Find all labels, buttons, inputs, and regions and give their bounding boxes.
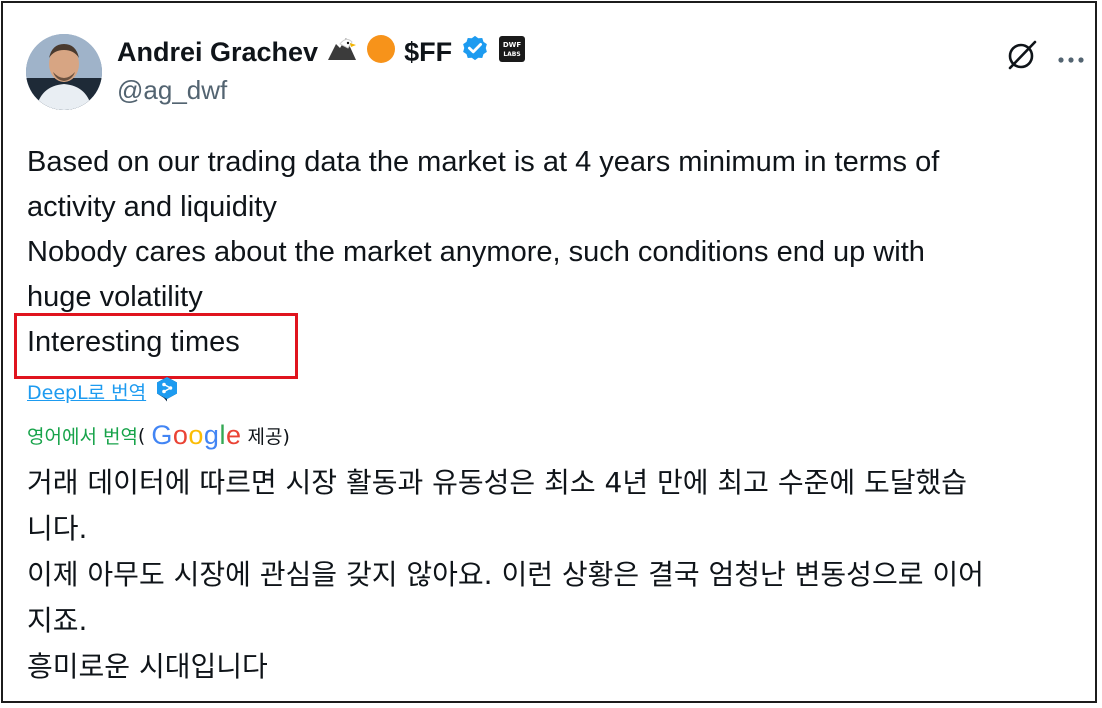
- ticker-label: $FF: [404, 37, 453, 67]
- google-translate-row: 영어에서 번역 ( Google 제공): [27, 420, 290, 451]
- google-logo-letter: e: [225, 420, 242, 450]
- translated-line-1: 거래 데이터에 따르면 시장 활동과 유동성은 최소 4년 만에 최고 수준에 …: [27, 466, 968, 499]
- google-logo-letter: G: [151, 420, 173, 450]
- deepl-icon[interactable]: [156, 376, 178, 407]
- display-name-row: Andrei Grachev $FF DWF LABS: [117, 34, 534, 71]
- eagle-icon: [326, 34, 358, 71]
- tweet-line-1: Based on our trading data the market is …: [27, 146, 940, 178]
- highlight-annotation-box: [14, 313, 298, 379]
- translated-text: 거래 데이터에 따르면 시장 활동과 유동성은 최소 4년 만에 최고 수준에 …: [27, 460, 1087, 690]
- dwf-logo-line-2: LABS: [503, 51, 520, 58]
- open-paren: (: [137, 424, 146, 447]
- translated-line-4: 지죠.: [27, 604, 88, 637]
- tweet-line-3: Nobody cares about the market anymore, s…: [27, 236, 925, 268]
- avatar[interactable]: [26, 34, 102, 110]
- tweet-line-2: activity and liquidity: [27, 191, 277, 223]
- deepl-translate-link[interactable]: DeepL로 번역: [27, 378, 146, 405]
- dwf-labs-logo[interactable]: DWF LABS: [498, 35, 526, 70]
- dwf-logo-line-1: DWF: [503, 41, 522, 49]
- translated-line-5: 흥미로운 시대입니다: [27, 650, 268, 683]
- verified-icon[interactable]: [460, 34, 490, 71]
- deepl-translate-row: DeepL로 번역: [27, 376, 178, 407]
- translated-line-3: 이제 아무도 시장에 관심을 갖지 않아요. 이런 상황은 결국 엄청난 변동성…: [27, 558, 984, 591]
- orange-circle-icon: [366, 34, 396, 71]
- google-logo-letter: o: [172, 420, 189, 450]
- grok-icon[interactable]: [1004, 38, 1038, 72]
- more-icon[interactable]: [1057, 50, 1085, 63]
- google-logo-letter: g: [203, 420, 220, 450]
- author-name[interactable]: Andrei Grachev: [117, 37, 318, 68]
- translated-line-2: 니다.: [27, 512, 88, 545]
- provided-by-label: 제공): [247, 426, 290, 448]
- author-handle[interactable]: @ag_dwf: [117, 75, 227, 106]
- translated-from-label[interactable]: 영어에서 번역: [27, 422, 138, 449]
- google-logo-letter: o: [188, 420, 204, 450]
- google-logo: Google: [151, 420, 241, 451]
